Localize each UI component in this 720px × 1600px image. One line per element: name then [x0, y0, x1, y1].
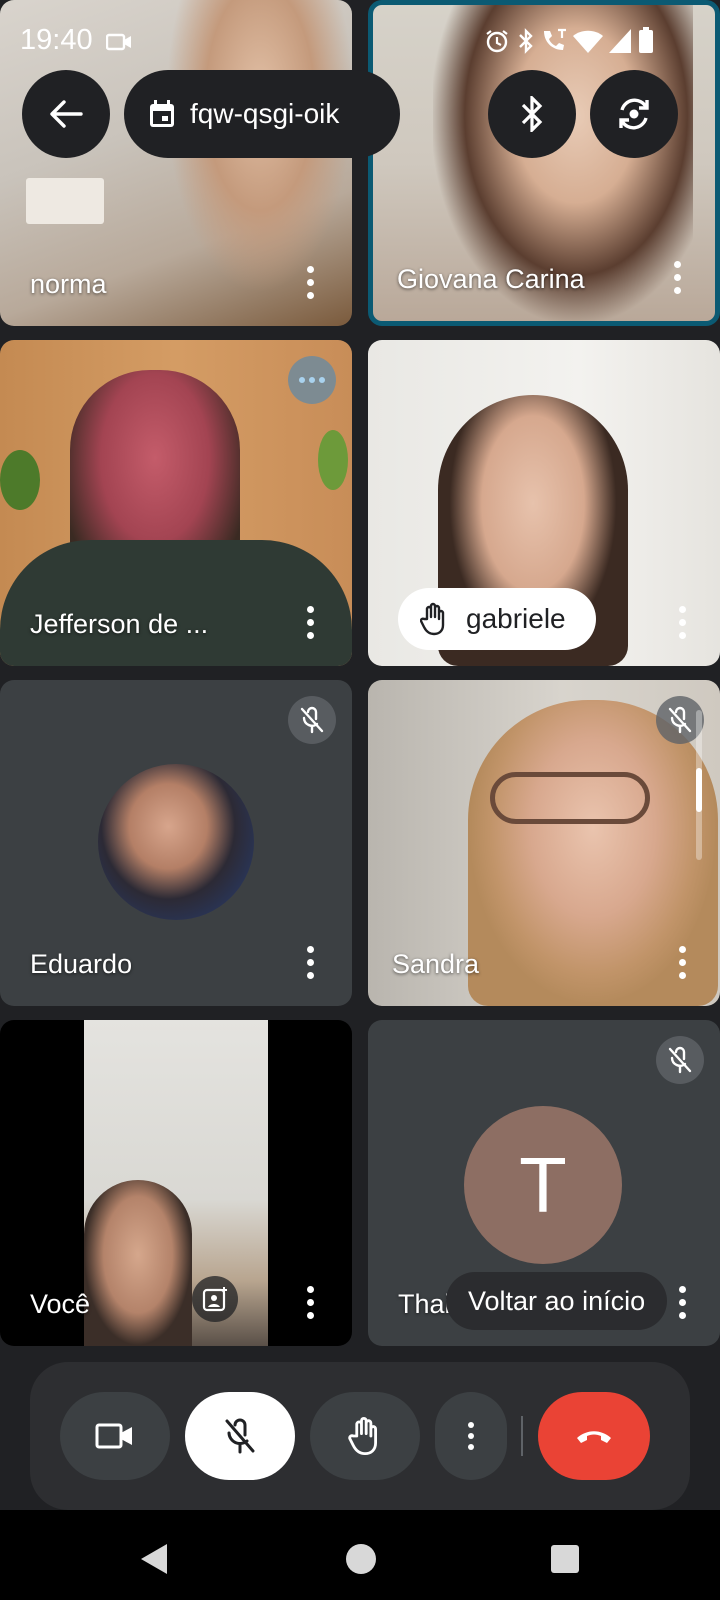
self-video: [84, 1020, 268, 1346]
muted-indicator: [656, 1036, 704, 1084]
participant-tile-sandra[interactable]: Sandra: [368, 680, 720, 1006]
avatar: [98, 764, 254, 920]
avatar-letter: T: [519, 1140, 567, 1229]
end-call-icon: [577, 1431, 611, 1443]
mic-off-icon: [300, 706, 324, 734]
back-button[interactable]: [22, 70, 110, 158]
system-navigation-bar: [0, 1510, 720, 1600]
switch-camera-icon: [619, 98, 649, 130]
bluetooth-status-icon: [519, 28, 533, 54]
meet-screen: 19:40 fqw-qsgi-oik norma Giovana Carina: [0, 0, 720, 1600]
avatar: T: [464, 1106, 622, 1264]
wifi-icon: [573, 30, 603, 53]
status-time: 19:40: [20, 24, 93, 56]
more-options-button[interactable]: [672, 940, 692, 984]
participant-name: Sandra: [392, 949, 480, 979]
meeting-info-button[interactable]: fqw-qsgi-oik: [124, 70, 400, 158]
participant-tile-jefferson[interactable]: Jefferson de ...: [0, 340, 352, 666]
scroll-indicator: [696, 710, 702, 860]
raise-hand-icon: [420, 602, 445, 636]
back-to-home-tooltip[interactable]: Voltar ao início: [446, 1272, 668, 1330]
mic-off-icon: [225, 1418, 255, 1454]
calendar-icon: [150, 100, 174, 127]
more-options-button[interactable]: [672, 600, 692, 644]
raise-hand-icon: [348, 1416, 377, 1456]
signal-icon: [609, 29, 631, 53]
visual-effects-button[interactable]: [192, 1276, 238, 1322]
participant-tile-gabriele[interactable]: gabriele: [368, 340, 720, 666]
nav-home-icon[interactable]: [344, 1542, 378, 1576]
connection-status-indicator: [288, 356, 336, 404]
more-options-button[interactable]: [435, 1392, 507, 1480]
meeting-code: fqw-qsgi-oik: [190, 98, 340, 129]
audio-output-button[interactable]: [488, 70, 576, 158]
microphone-toggle-button[interactable]: [185, 1392, 295, 1480]
camera-icon: [95, 1423, 132, 1449]
participant-name: Jefferson de ...: [30, 609, 209, 639]
more-options-button[interactable]: [300, 940, 320, 984]
muted-indicator: [288, 696, 336, 744]
end-call-button[interactable]: [538, 1392, 650, 1480]
switch-camera-button[interactable]: [590, 70, 678, 158]
mic-off-icon: [668, 706, 692, 734]
alarm-icon: [486, 30, 508, 53]
effects-icon: [202, 1287, 227, 1312]
mic-off-icon: [668, 1046, 692, 1074]
participant-name: norma: [30, 269, 107, 299]
tooltip-text: Voltar ao início: [468, 1285, 646, 1316]
participant-name: Giovana Carina: [397, 264, 585, 294]
participant-tile-eduardo[interactable]: Eduardo: [0, 680, 352, 1006]
raise-hand-button[interactable]: [310, 1392, 420, 1480]
more-options-button[interactable]: [672, 1280, 692, 1324]
plant-right: [318, 430, 348, 490]
call-controls: [30, 1362, 690, 1510]
raised-hand-badge: gabriele: [398, 588, 596, 650]
call-status-icon: [544, 28, 566, 50]
self-face: [84, 1180, 192, 1346]
battery-icon: [639, 27, 653, 53]
status-bar: 19:40: [0, 0, 720, 80]
participant-tile-self[interactable]: Você: [0, 1020, 352, 1346]
participant-name: Você: [30, 1289, 91, 1319]
participant-name: gabriele: [466, 603, 566, 634]
camera-toggle-button[interactable]: [60, 1392, 170, 1480]
nav-back-icon[interactable]: [138, 1542, 170, 1576]
more-options-button[interactable]: [300, 1280, 320, 1324]
wall-socket: [26, 178, 104, 224]
back-arrow-icon: [50, 100, 83, 128]
more-options-button[interactable]: [667, 255, 687, 299]
plant-left: [0, 450, 40, 510]
bluetooth-icon: [521, 96, 543, 132]
glasses: [490, 772, 650, 824]
more-options-button[interactable]: [300, 260, 320, 304]
control-divider: [521, 1416, 523, 1456]
participant-name: Eduardo: [30, 949, 133, 979]
nav-recents-icon[interactable]: [550, 1544, 580, 1574]
more-options-button[interactable]: [300, 600, 320, 644]
screen-record-icon: [106, 33, 131, 51]
